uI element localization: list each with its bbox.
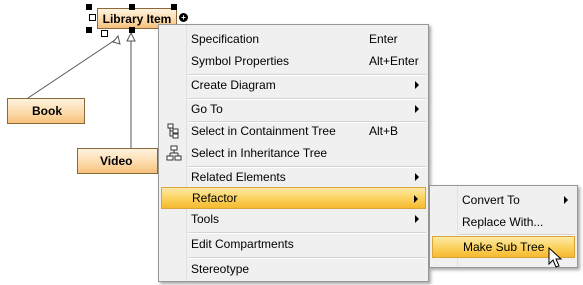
- containment-tree-icon: [167, 123, 179, 139]
- resize-handle-sw[interactable]: [86, 27, 92, 33]
- menu-item-refactor[interactable]: Refactor: [161, 187, 426, 209]
- menu-item-label: Symbol Properties: [191, 54, 290, 68]
- mouse-pointer-icon: [548, 247, 563, 268]
- submenu-arrow-icon: [564, 196, 568, 204]
- resize-handle-nw[interactable]: [86, 4, 92, 10]
- video-label: Video: [100, 154, 133, 168]
- submenu-item-replace-with[interactable]: Replace With...: [432, 211, 575, 233]
- menu-item-label: Refactor: [192, 191, 238, 205]
- menu-item-label: Tools: [191, 212, 220, 226]
- smart-manipulator-icon[interactable]: +: [179, 13, 188, 22]
- menu-item-label: Related Elements: [191, 170, 286, 184]
- menu-item-label: Make Sub Tree: [463, 240, 545, 254]
- resize-handle-s[interactable]: [129, 27, 135, 33]
- menu-item-symbol-properties[interactable]: Symbol Properties Alt+Enter: [161, 50, 426, 72]
- resize-handle-ne[interactable]: [171, 4, 177, 10]
- submenu-arrow-icon: [414, 195, 418, 203]
- menu-item-select-inheritance-tree[interactable]: Select in Inheritance Tree: [161, 142, 426, 164]
- menu-item-label: Stereotype: [191, 262, 250, 276]
- submenu-arrow-icon: [415, 81, 419, 89]
- book-class[interactable]: Book: [7, 98, 85, 124]
- menu-item-create-diagram[interactable]: Create Diagram: [161, 74, 426, 96]
- submenu-arrow-icon: [415, 215, 419, 223]
- menu-item-label: Select in Inheritance Tree: [191, 146, 328, 160]
- menu-item-tools[interactable]: Tools: [161, 208, 426, 230]
- menu-item-specification[interactable]: Specification Enter: [161, 28, 426, 50]
- menu-item-shortcut: Enter: [369, 32, 398, 46]
- inheritance-tree-icon: [166, 145, 182, 161]
- path-handle-icon[interactable]: [101, 30, 108, 37]
- menu-item-related-elements[interactable]: Related Elements: [161, 166, 426, 188]
- menu-item-label: Edit Compartments: [191, 237, 294, 251]
- menu-item-edit-compartments[interactable]: Edit Compartments: [161, 233, 426, 255]
- menu-item-label: Convert To: [462, 193, 520, 207]
- submenu-arrow-icon: [415, 173, 419, 181]
- menu-item-shortcut: Alt+Enter: [369, 54, 419, 68]
- compartment-toggle-icon[interactable]: [89, 14, 96, 21]
- menu-item-select-containment-tree[interactable]: Select in Containment Tree Alt+B: [161, 120, 426, 142]
- submenu-item-convert-to[interactable]: Convert To: [432, 189, 575, 211]
- menu-item-go-to[interactable]: Go To: [161, 98, 426, 120]
- submenu-arrow-icon: [415, 105, 419, 113]
- menu-item-label: Select in Containment Tree: [191, 124, 336, 138]
- menu-item-label: Create Diagram: [191, 78, 276, 92]
- resize-handle-n[interactable]: [129, 4, 135, 10]
- book-label: Book: [32, 104, 62, 118]
- menu-item-label: Replace With...: [462, 215, 544, 229]
- menu-item-label: Go To: [191, 102, 223, 116]
- video-class[interactable]: Video: [77, 148, 158, 174]
- menu-item-stereotype[interactable]: Stereotype: [161, 258, 426, 280]
- menu-item-shortcut: Alt+B: [369, 124, 399, 138]
- context-menu: Specification Enter Symbol Properties Al…: [158, 24, 429, 282]
- menu-item-label: Specification: [191, 32, 260, 46]
